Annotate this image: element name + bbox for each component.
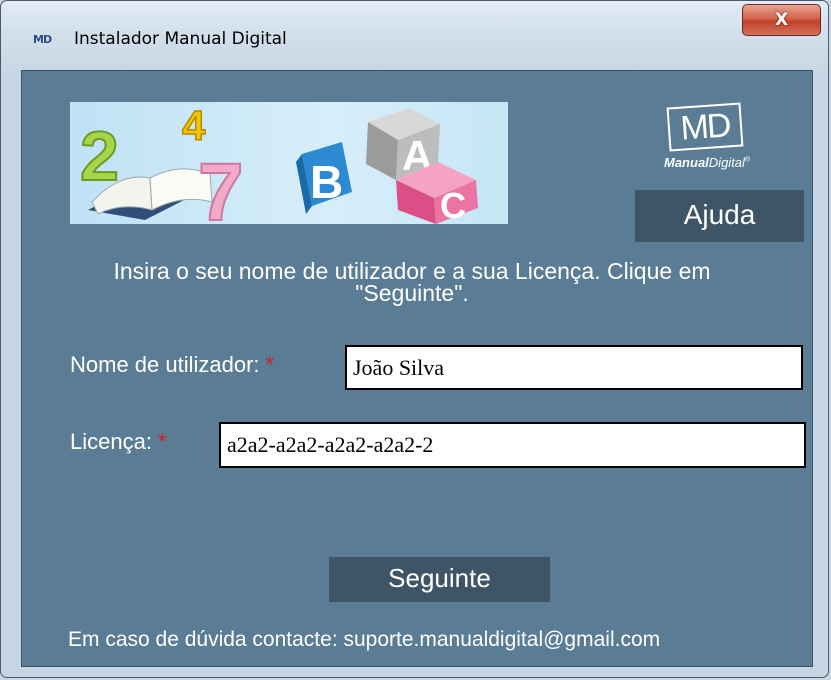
instructions-line-2: "Seguinte". [355, 280, 469, 306]
manual-digital-logo: MD ManualDigital® [652, 101, 802, 186]
license-input[interactable] [219, 422, 806, 468]
window-title: Instalador Manual Digital [74, 29, 287, 49]
number-7: 7 [198, 147, 244, 224]
username-input[interactable] [345, 345, 803, 390]
license-label-text: Licença: [70, 429, 152, 454]
close-button[interactable]: X [742, 4, 821, 36]
help-button[interactable]: Ajuda [635, 190, 804, 242]
username-required-marker: * [265, 352, 275, 377]
registered-mark: ® [744, 156, 751, 164]
username-label: Nome de utilizador: * [70, 352, 274, 378]
title-bar[interactable]: MD Instalador Manual Digital X [1, 1, 828, 71]
brand-name: ManualDigital® [664, 155, 750, 170]
license-label: Licença: * [70, 429, 167, 455]
next-button[interactable]: Seguinte [329, 557, 550, 602]
banner-image: 2 4 7 B A C [70, 102, 508, 224]
banner-illustration: 2 4 7 B A C [79, 102, 478, 224]
username-label-text: Nome de utilizador: [70, 352, 260, 377]
brand-name-regular: Digital [708, 155, 745, 170]
installer-window: MD Instalador Manual Digital X 2 4 7 B A… [0, 0, 829, 678]
letter-c: C [440, 185, 466, 224]
letter-b: B [310, 156, 343, 208]
number-2: 2 [80, 117, 119, 195]
support-contact: Em caso de dúvida contacte: suporte.manu… [68, 628, 661, 651]
brand-name-bold: Manual [664, 155, 709, 170]
number-4: 4 [182, 102, 206, 149]
installer-panel: 2 4 7 B A C MD ManualDigital® Ajuda Insi… [21, 70, 813, 667]
instructions-text: Insira o seu nome de utilizador e a sua … [62, 258, 762, 306]
instructions-line-1: Insira o seu nome de utilizador e a sua … [113, 258, 711, 284]
app-icon: MD [33, 33, 52, 46]
md-logo-mark: MD [666, 102, 744, 152]
block-b-icon: B [296, 142, 352, 214]
license-required-marker: * [157, 429, 167, 454]
